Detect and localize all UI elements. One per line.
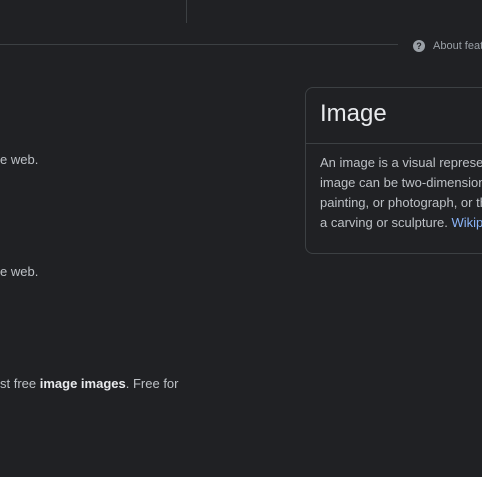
- result-snippet: st free image images. Free for: [0, 376, 179, 391]
- search-results-page: ? About feat e web. e web. st free image…: [0, 0, 482, 477]
- result-snippet: e web.: [0, 152, 39, 167]
- result-snippet: e web.: [0, 264, 39, 279]
- description-line: painting, or photograph, or th: [320, 195, 482, 210]
- help-icon: ?: [413, 40, 425, 52]
- snippet-highlight: image images: [39, 376, 126, 391]
- results-divider: [0, 44, 398, 45]
- knowledge-panel: Image An image is a visual represen imag…: [305, 87, 482, 254]
- about-label: About feat: [433, 40, 482, 52]
- knowledge-panel-divider: [306, 143, 482, 144]
- knowledge-panel-title: Image: [320, 100, 387, 127]
- knowledge-panel-description: An image is a visual represen image can …: [320, 153, 482, 233]
- description-line: a carving or sculpture. Wikipe: [320, 213, 482, 233]
- description-line: An image is a visual represen: [320, 155, 482, 170]
- about-featured-snippets-link[interactable]: ? About feat: [413, 38, 482, 54]
- header-divider-vertical: [186, 0, 187, 23]
- wikipedia-link[interactable]: Wikipe: [452, 215, 482, 230]
- description-line: image can be two-dimensiona: [320, 175, 482, 190]
